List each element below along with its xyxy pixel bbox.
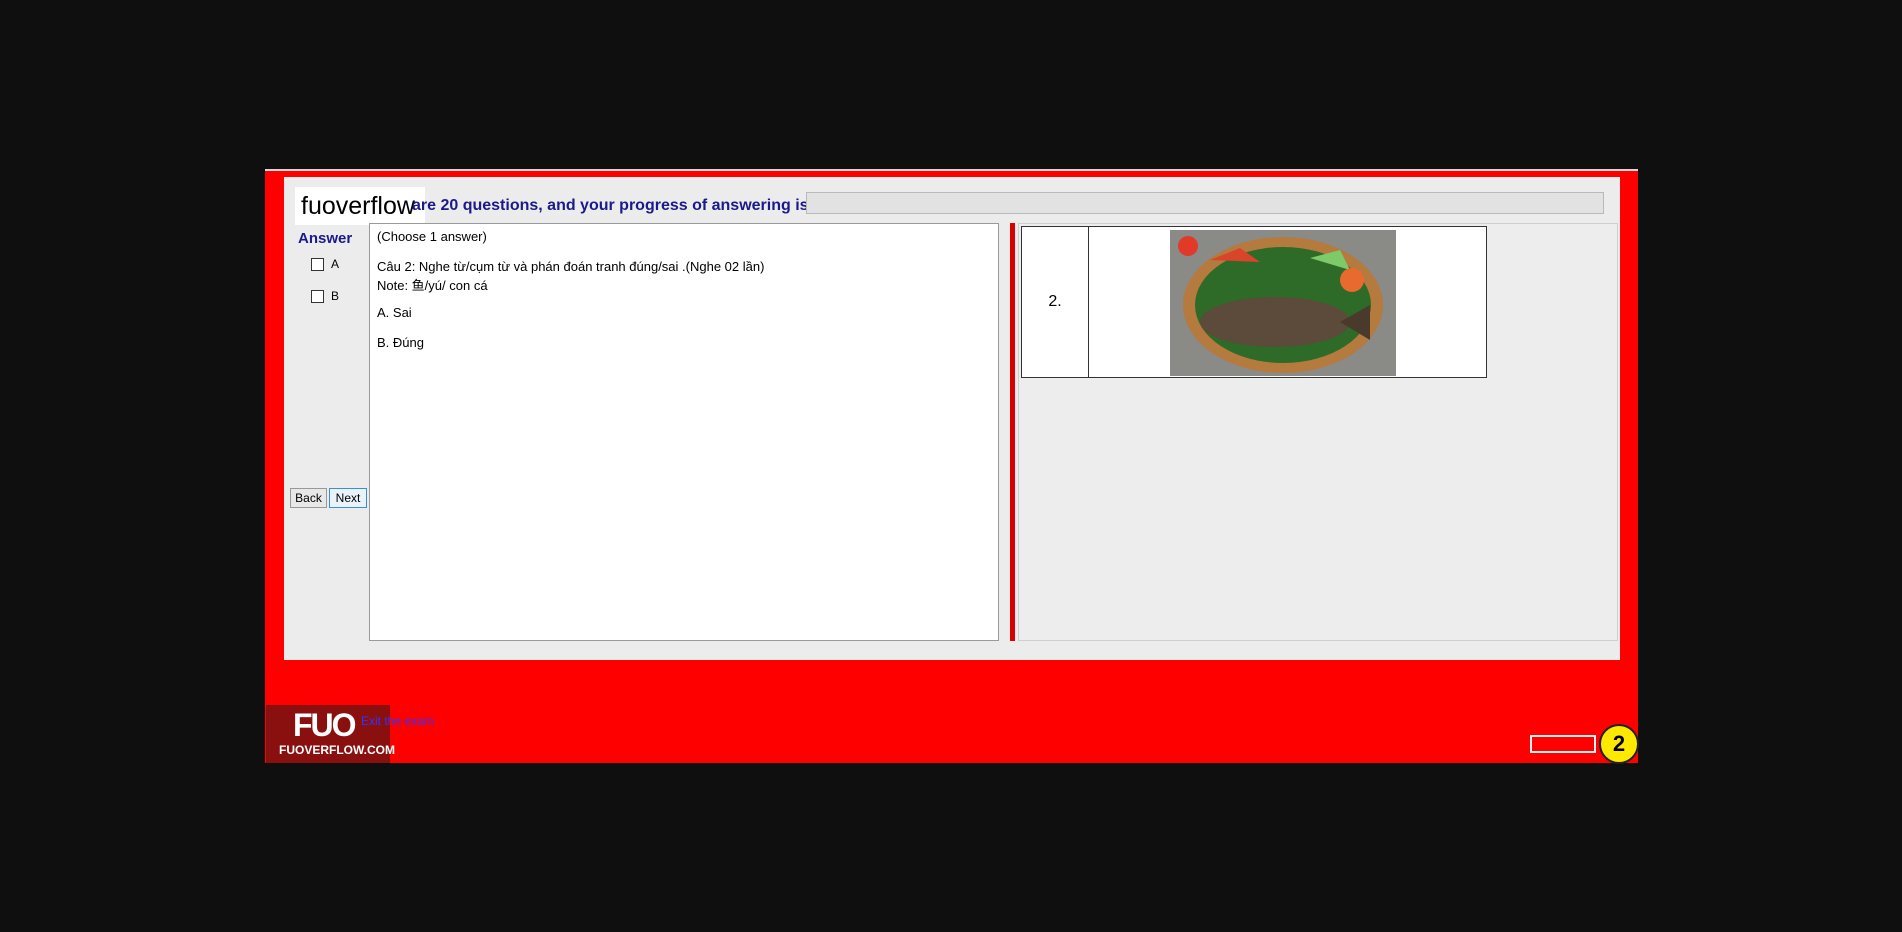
exam-window: fuoverflow are 20 questions, and your pr… [265,169,1639,764]
answer-option-a[interactable]: A [311,257,339,271]
fish-photo [1170,230,1396,376]
back-button[interactable]: Back [290,488,327,508]
panel-divider [1010,223,1015,641]
question-note: Note: 鱼/yú/ con cá [377,278,488,293]
exit-exam-link[interactable]: Exit the exam [361,714,434,728]
answer-option-a-label: A [331,257,340,271]
brand-label: fuoverflow [295,187,425,225]
exit-button[interactable] [1530,735,1596,753]
question-choice-a: A. Sai [377,305,412,320]
answer-option-b-label: B [331,289,340,303]
question-choice-b: B. Đúng [377,335,424,350]
progress-bar [806,192,1604,214]
logo-subtitle: FUOVERFLOW.COM [279,743,395,757]
question-panel: (Choose 1 answer) Câu 2: Nghe từ/cụm từ … [369,223,999,641]
question-instruction: (Choose 1 answer) [377,229,487,244]
logo-text: FUO [293,707,357,743]
answer-panel: Answer A B Back Next [284,222,370,640]
image-table: 2. [1021,226,1487,378]
question-badge: 2 [1599,724,1639,764]
image-panel: 2. [1018,223,1618,641]
answer-option-b[interactable]: B [311,289,339,303]
next-button[interactable]: Next [329,488,367,508]
question-prompt: Câu 2: Nghe từ/cụm từ và phán đoán tranh… [377,259,765,274]
checkbox-b[interactable] [311,289,324,303]
row-number: 2. [1022,227,1089,377]
checkbox-a[interactable] [311,257,324,271]
progress-text: are 20 questions, and your progress of a… [412,197,809,214]
exam-body: fuoverflow are 20 questions, and your pr… [284,177,1620,660]
answer-title: Answer [298,230,353,247]
